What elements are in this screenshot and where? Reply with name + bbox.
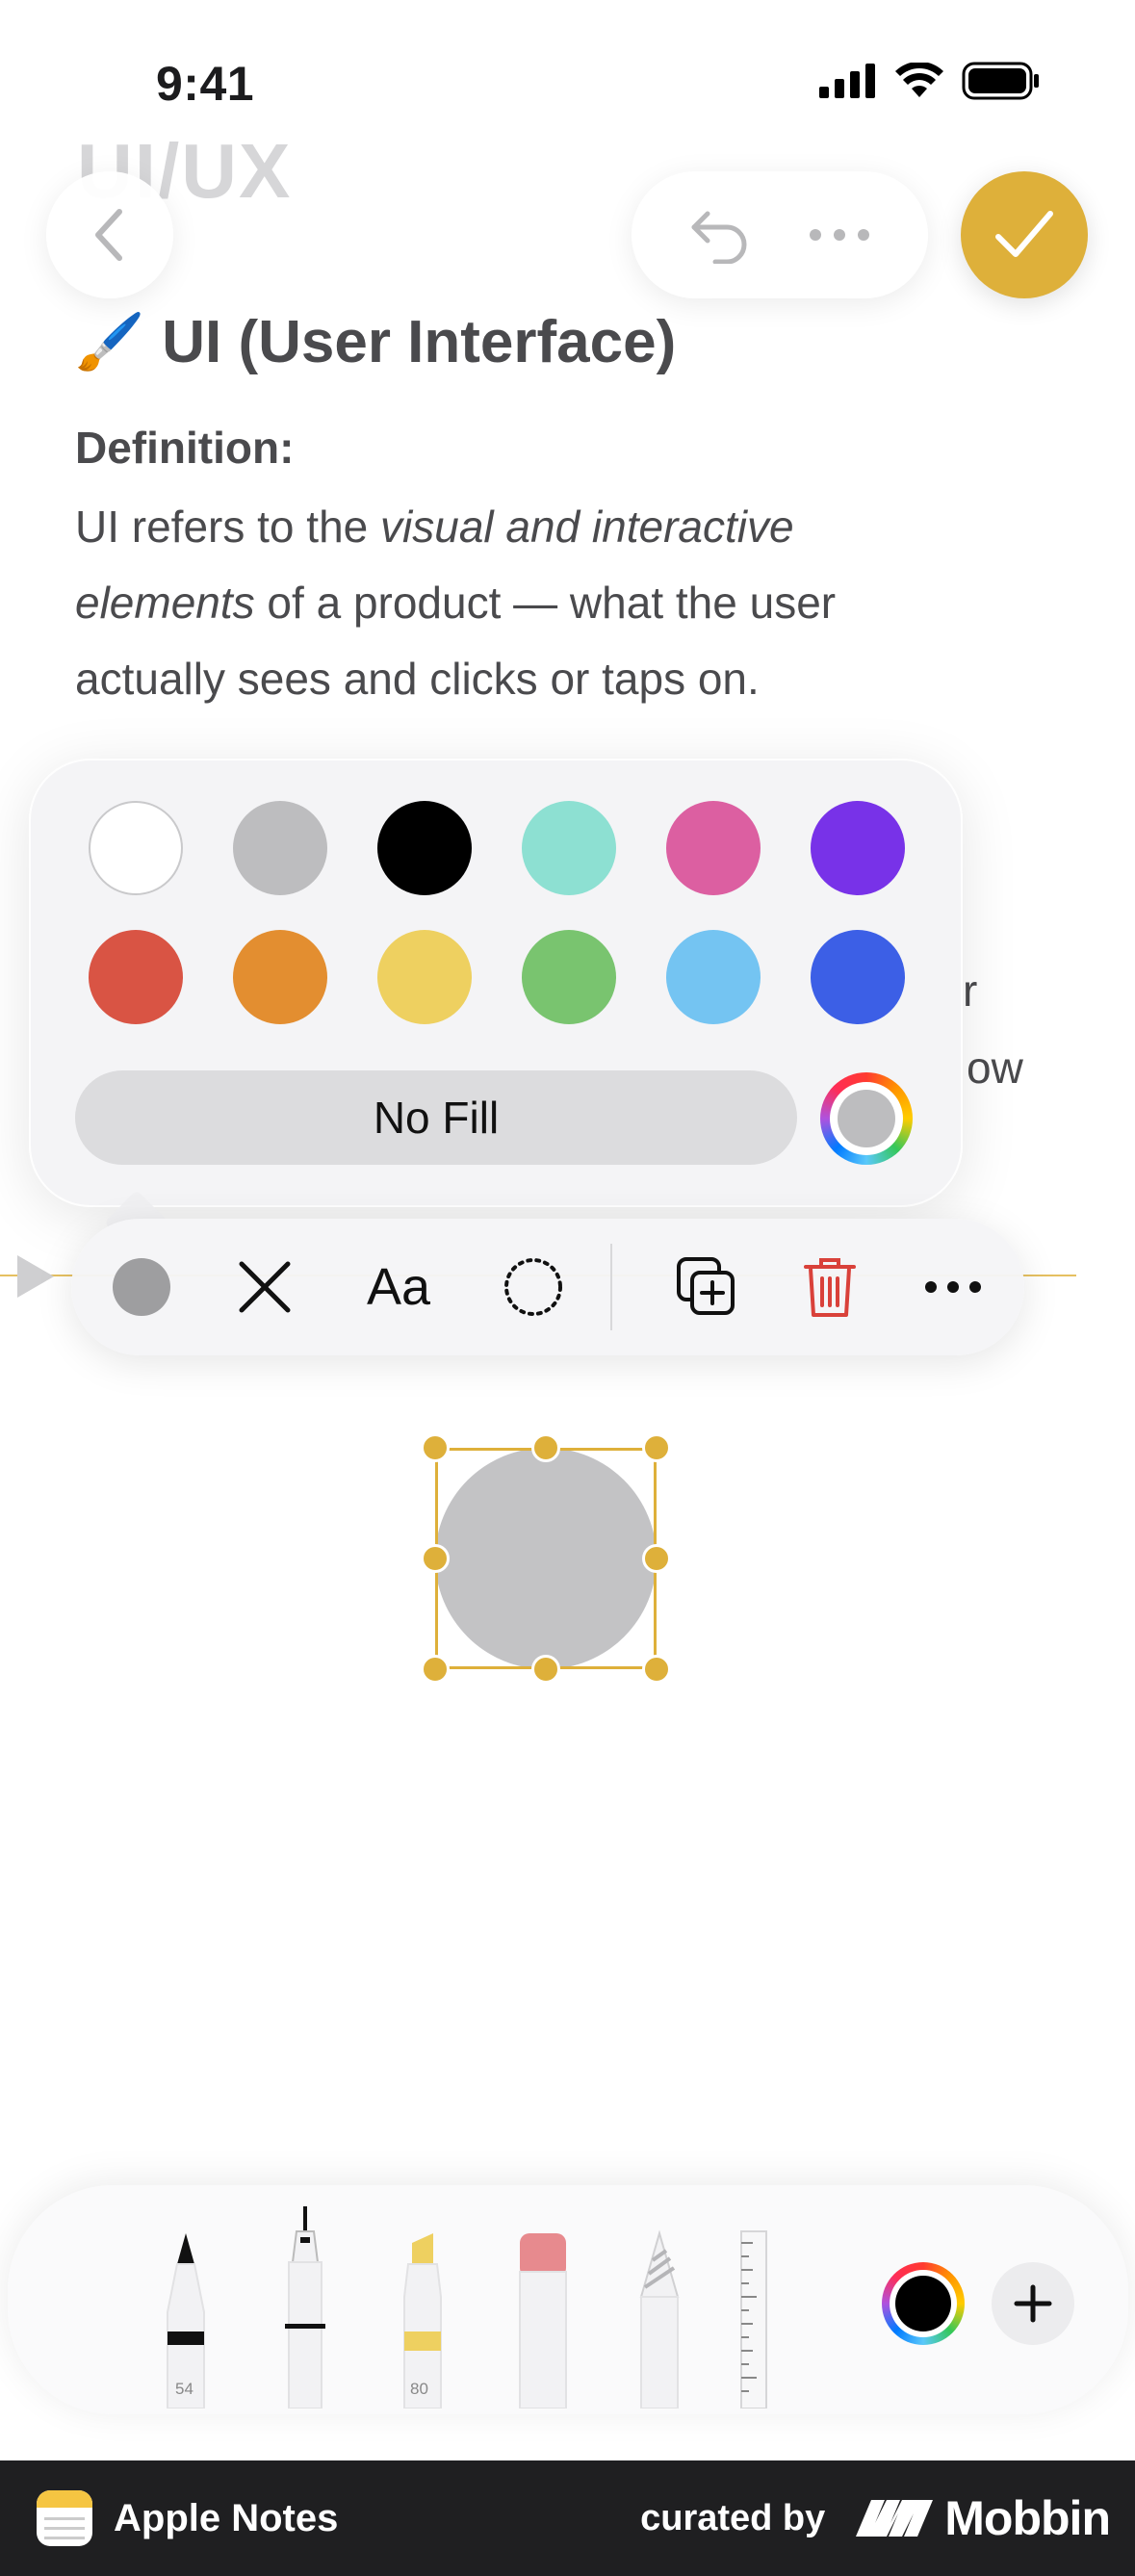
- marker-size-label: 80: [410, 2380, 428, 2398]
- done-button[interactable]: [961, 171, 1088, 298]
- text-style-button[interactable]: Aa: [331, 1219, 466, 1355]
- peek-text-r: r: [963, 966, 978, 1016]
- plus-icon: [1014, 2284, 1052, 2323]
- app-name: Apple Notes: [114, 2496, 339, 2539]
- note-body: UI refers to the visual and interactive …: [75, 489, 1038, 717]
- color-swatch[interactable]: [233, 930, 327, 1024]
- line-cross-icon: [239, 1261, 291, 1313]
- peek-text-ow: ow: [967, 1043, 1023, 1093]
- notes-app-icon: [37, 2490, 92, 2546]
- checkmark-icon: [995, 211, 1053, 257]
- color-swatch[interactable]: [666, 801, 761, 895]
- status-time: 9:41: [156, 57, 255, 111]
- footer-credit: curated by Mobbin: [640, 2460, 1111, 2576]
- resize-handle-bottom[interactable]: [531, 1655, 560, 1684]
- ruler-tool[interactable]: [739, 2229, 768, 2409]
- mobbin-mark-icon: [856, 2500, 934, 2537]
- more-shape-options-button[interactable]: [895, 1219, 1011, 1355]
- fill-swatch: [113, 1258, 170, 1316]
- color-swatch[interactable]: [89, 801, 183, 895]
- resize-handle-top-right[interactable]: [642, 1433, 671, 1462]
- footer-bar: Apple Notes curated by Mobbin: [0, 2460, 1135, 2576]
- color-swatch[interactable]: [522, 930, 616, 1024]
- lasso-tool[interactable]: [633, 2229, 685, 2409]
- brand-name: Mobbin: [944, 2491, 1111, 2545]
- color-swatch[interactable]: [522, 801, 616, 895]
- no-fill-button[interactable]: No Fill: [75, 1070, 797, 1165]
- fineliner-tool[interactable]: [279, 2204, 331, 2409]
- resize-handle-bottom-right[interactable]: [642, 1655, 671, 1684]
- body-text-2: of a product — what the user: [254, 578, 837, 628]
- wifi-icon: [895, 63, 943, 97]
- duplicate-button[interactable]: [649, 1219, 764, 1355]
- note-actions-pill: [632, 171, 928, 298]
- fill-color-button[interactable]: [85, 1219, 198, 1355]
- curated-by-text: curated by: [640, 2497, 826, 2538]
- color-swatch[interactable]: [811, 801, 905, 895]
- selection-box: [435, 1448, 657, 1669]
- stroke-button[interactable]: [208, 1219, 322, 1355]
- eraser-tool[interactable]: [514, 2229, 572, 2409]
- footer-app: Apple Notes: [37, 2460, 338, 2576]
- color-swatch[interactable]: [666, 930, 761, 1024]
- ellipsis-icon: [925, 1281, 981, 1293]
- color-swatch[interactable]: [811, 930, 905, 1024]
- body-text-1: UI refers to the: [75, 502, 381, 552]
- drawing-color-picker[interactable]: [882, 2262, 965, 2345]
- current-fill-color: [838, 1090, 895, 1147]
- shape-edit-toolbar: Aa: [71, 1219, 1024, 1355]
- color-swatch[interactable]: [377, 801, 472, 895]
- body-italic-2: elements: [75, 578, 255, 628]
- resize-handle-left[interactable]: [421, 1544, 450, 1573]
- drawing-current-color: [895, 2276, 951, 2331]
- battery-icon: [962, 62, 1039, 100]
- add-tool-button[interactable]: [992, 2262, 1074, 2345]
- resize-handle-top[interactable]: [531, 1433, 560, 1462]
- dotted-circle-icon: [504, 1258, 562, 1316]
- pen-size-label: 54: [175, 2380, 193, 2398]
- delete-button[interactable]: [772, 1219, 888, 1355]
- toolbar-divider: [610, 1244, 612, 1330]
- color-swatch[interactable]: [89, 930, 183, 1024]
- color-swatch[interactable]: [233, 801, 327, 895]
- more-options-icon[interactable]: [806, 225, 873, 245]
- drawing-color-ring: [890, 2270, 957, 2337]
- note-heading: 🖌️ UI (User Interface): [75, 308, 676, 376]
- color-swatch[interactable]: [377, 930, 472, 1024]
- undo-icon[interactable]: [686, 206, 754, 264]
- chevron-left-icon: [95, 209, 122, 261]
- body-text-3: actually sees and clicks or taps on.: [75, 654, 760, 704]
- note-heading-text: UI (User Interface): [162, 309, 677, 375]
- duplicate-icon: [677, 1257, 735, 1315]
- custom-color-picker[interactable]: [820, 1072, 913, 1165]
- trash-icon: [804, 1258, 856, 1317]
- stroke-style-button[interactable]: [476, 1219, 591, 1355]
- no-fill-label: No Fill: [373, 1093, 500, 1143]
- shape-guide-arrow: [17, 1255, 54, 1298]
- paintbrush-icon: 🖌️: [75, 310, 145, 374]
- status-icons: [819, 62, 1041, 100]
- resize-handle-top-left[interactable]: [421, 1433, 450, 1462]
- custom-color-ring: [830, 1082, 903, 1155]
- mobbin-logo: Mobbin: [854, 2490, 1111, 2546]
- back-button[interactable]: [46, 171, 173, 298]
- resize-handle-right[interactable]: [642, 1544, 671, 1573]
- resize-handle-bottom-left[interactable]: [421, 1655, 450, 1684]
- body-italic-1: visual and interactive: [380, 502, 794, 552]
- definition-label: Definition:: [75, 423, 295, 473]
- cellular-signal-icon: [819, 64, 875, 98]
